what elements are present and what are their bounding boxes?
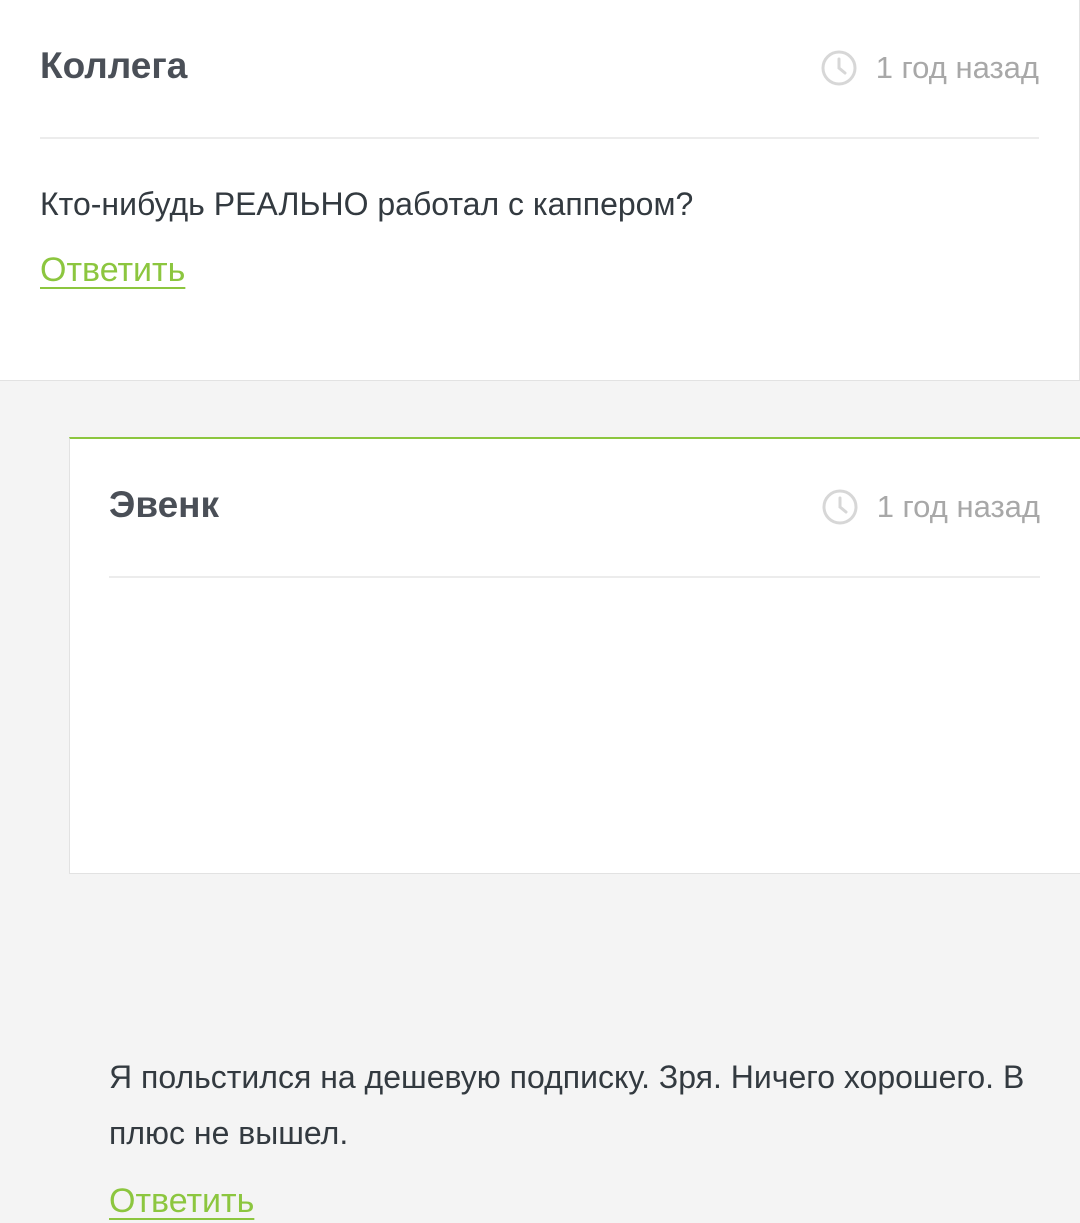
comment-text: Кто-нибудь РЕАЛЬНО работал с каппером? [40, 186, 694, 222]
comment-author: Эвенк [109, 484, 220, 525]
reply-link[interactable]: Ответить [109, 1179, 254, 1223]
comment-header: Коллега 1 год назад [40, 0, 1039, 139]
reply-link[interactable]: Ответить [40, 248, 185, 292]
clock-icon [821, 50, 857, 86]
time-text: 1 год назад [875, 50, 1039, 85]
clock-icon [822, 489, 858, 525]
time-text: 1 год назад [876, 489, 1040, 524]
comment-card: Коллега 1 год назад Кто-нибудь РЕАЛЬНО р… [0, 0, 1080, 381]
comment-author: Коллега [40, 45, 188, 86]
comment-text: Я польстился на дешевую подписку. Зря. Н… [109, 1059, 1025, 1151]
comment-header: Эвенк 1 год назад [109, 439, 1040, 578]
comment-time: 1 год назад [821, 487, 1040, 527]
comment-time: 1 год назад [820, 48, 1039, 88]
reply-comment-card: Эвенк 1 год назад Я польстился на дешеву… [69, 437, 1080, 1220]
